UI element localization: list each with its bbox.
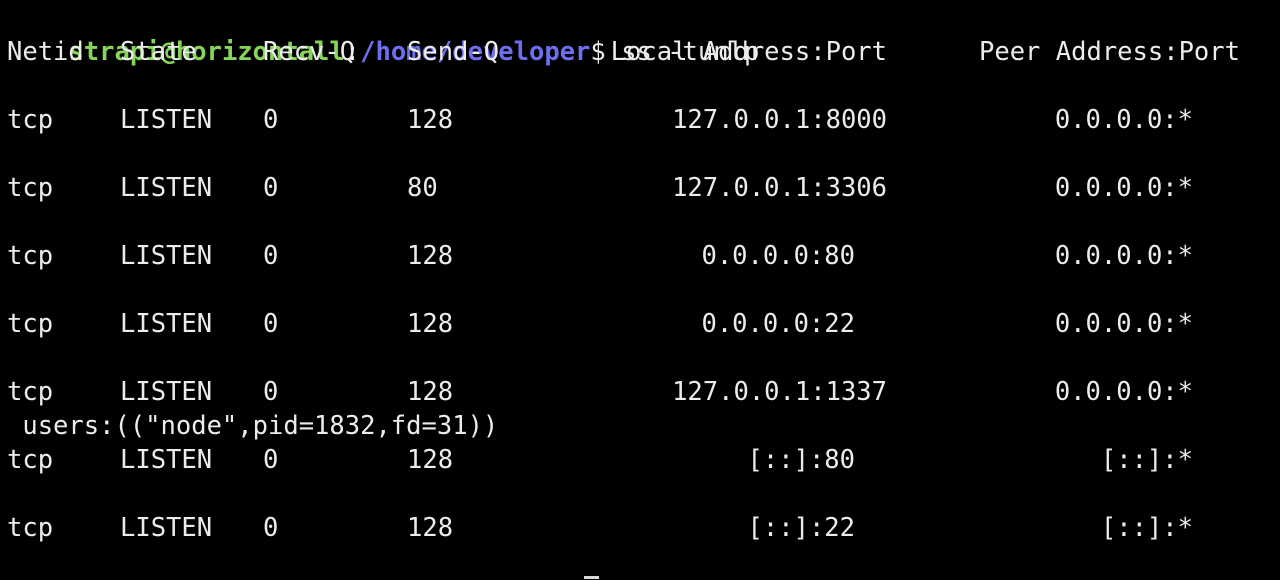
row-state: LISTEN bbox=[120, 309, 213, 339]
row-recvq: 0 bbox=[263, 105, 279, 135]
row-netid: tcp bbox=[7, 445, 54, 475]
row-local-address: 127.0.0.1:1337 bbox=[672, 377, 887, 407]
row-peer-address: 0.0.0.0:* bbox=[1054, 105, 1193, 135]
row-sendq: 128 bbox=[407, 309, 454, 339]
row-local-address: [::]:22 bbox=[747, 513, 855, 543]
row-netid: tcp bbox=[7, 513, 54, 543]
row-netid: tcp bbox=[7, 173, 54, 203]
row-state: LISTEN bbox=[120, 173, 213, 203]
row-local-address: [::]:80 bbox=[747, 445, 855, 475]
row-recvq: 0 bbox=[263, 309, 279, 339]
row-peer-address: 0.0.0.0:* bbox=[1054, 377, 1193, 407]
row-peer-address: 0.0.0.0:* bbox=[1054, 241, 1193, 271]
row-peer-address: [::]:* bbox=[1100, 513, 1193, 543]
row-recvq: 0 bbox=[263, 513, 279, 543]
header-peer-address: Peer Address:Port bbox=[979, 37, 1240, 67]
row-recvq: 0 bbox=[263, 445, 279, 475]
row-peer-address: 0.0.0.0:* bbox=[1054, 173, 1193, 203]
row-state: LISTEN bbox=[120, 241, 213, 271]
row-sendq: 128 bbox=[407, 513, 454, 543]
header-sendq: Send-Q bbox=[407, 37, 500, 67]
row-peer-address: [::]:* bbox=[1100, 445, 1193, 475]
row-sendq: 80 bbox=[407, 173, 438, 203]
row-local-address: 0.0.0.0:22 bbox=[701, 309, 855, 339]
row-state: LISTEN bbox=[120, 377, 213, 407]
header-netid: Netid bbox=[7, 37, 84, 67]
row-local-address: 127.0.0.1:8000 bbox=[672, 105, 887, 135]
row-sendq: 128 bbox=[407, 445, 454, 475]
row-recvq: 0 bbox=[263, 173, 279, 203]
row-sendq: 128 bbox=[407, 377, 454, 407]
row-peer-address: 0.0.0.0:* bbox=[1054, 309, 1193, 339]
row-local-address: 127.0.0.1:3306 bbox=[672, 173, 887, 203]
row-netid: tcp bbox=[7, 377, 54, 407]
row-state: LISTEN bbox=[120, 105, 213, 135]
prompt-line: strapi@horizontall:/home/developer$ ss -… bbox=[7, 1, 759, 67]
row-netid: tcp bbox=[7, 105, 54, 135]
row-sendq: 128 bbox=[407, 105, 454, 135]
header-state: State bbox=[120, 37, 197, 67]
header-local-address: Local Address:Port bbox=[610, 37, 887, 67]
row-netid: tcp bbox=[7, 309, 54, 339]
row-process-info: users:(("node",pid=1832,fd=31)) bbox=[7, 411, 499, 441]
row-recvq: 0 bbox=[263, 377, 279, 407]
row-recvq: 0 bbox=[263, 241, 279, 271]
row-netid: tcp bbox=[7, 241, 54, 271]
row-state: LISTEN bbox=[120, 445, 213, 475]
terminal-window[interactable]: strapi@horizontall:/home/developer$ ss -… bbox=[0, 0, 1280, 580]
row-sendq: 128 bbox=[407, 241, 454, 271]
header-recvq: Recv-Q bbox=[263, 37, 356, 67]
terminal-cursor bbox=[584, 576, 599, 579]
row-state: LISTEN bbox=[120, 513, 213, 543]
row-local-address: 0.0.0.0:80 bbox=[701, 241, 855, 271]
